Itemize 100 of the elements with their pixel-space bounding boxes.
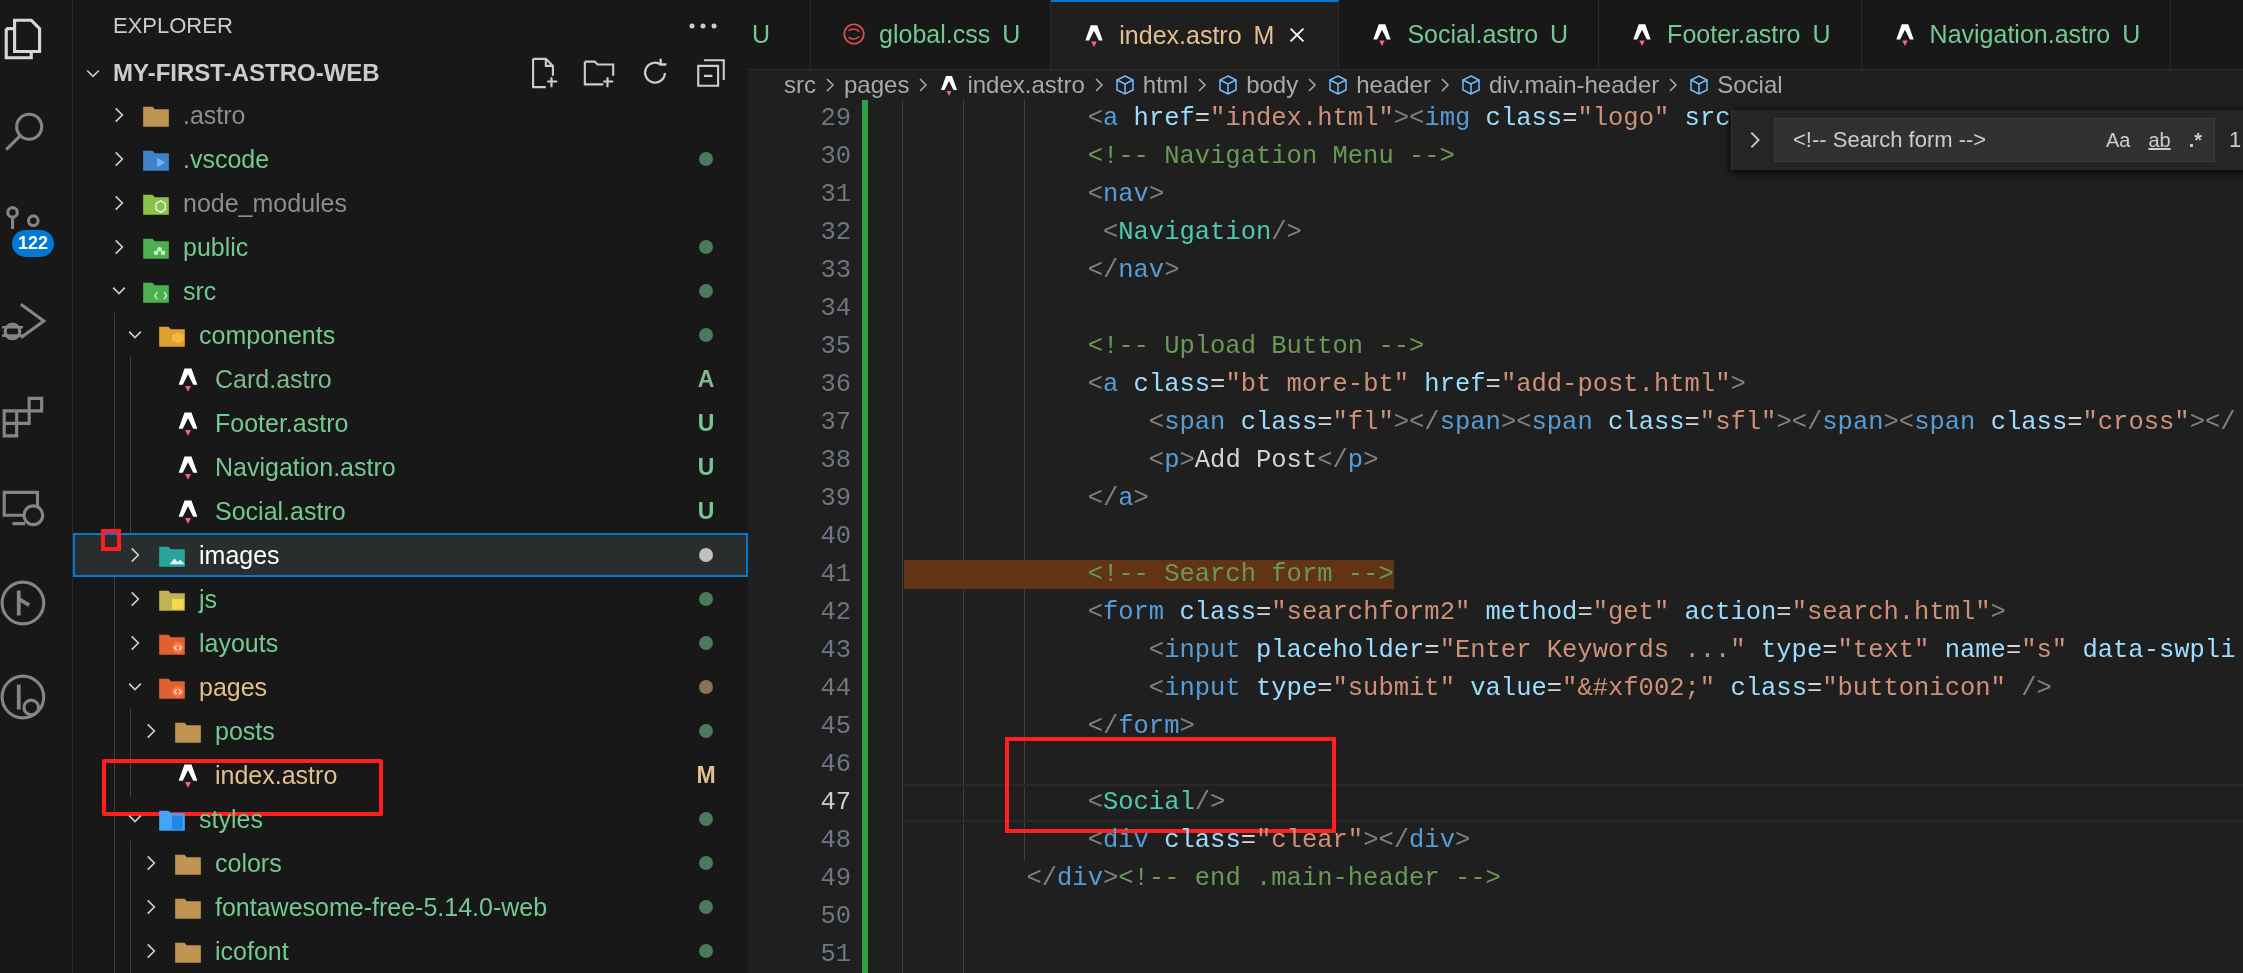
file-name: Footer.astro <box>215 408 350 438</box>
file-name: components <box>199 320 337 350</box>
file-name: images <box>199 540 281 570</box>
file-name: .astro <box>183 100 247 130</box>
tree-row[interactable]: layouts <box>73 621 748 665</box>
line-number: 40 <box>819 522 851 552</box>
tab-title: Footer.astro <box>1667 19 1801 49</box>
file-name: .vscode <box>183 144 271 174</box>
line-number: 34 <box>819 294 851 324</box>
git-status: U <box>696 453 716 481</box>
tab-title: Navigation.astro <box>1929 19 2111 49</box>
line-number: 29 <box>819 104 851 134</box>
git-status: M <box>1253 20 1275 50</box>
line-number: 36 <box>819 370 851 400</box>
tree-row[interactable]: pages <box>73 665 748 709</box>
breadcrumb-item[interactable]: src <box>784 70 816 99</box>
option-toggle[interactable]: Aa <box>2101 126 2135 154</box>
code-line: <nav> <box>1086 180 1165 210</box>
git-status: U <box>696 497 716 525</box>
line-number: 33 <box>819 256 851 286</box>
tree-row[interactable]: Social.astro U <box>73 489 748 533</box>
code-line: <input placeholder="Enter Keywords ..." type="text" name="s" data-swpli <box>1147 636 2236 666</box>
option-toggle[interactable]: .* <box>2184 126 2206 154</box>
tree-row[interactable]: .vscode <box>73 137 748 181</box>
tree-row[interactable]: src <box>73 269 748 313</box>
code-line: </form> <box>1086 712 1195 742</box>
file-name: pages <box>199 672 269 702</box>
code-line: <span class="fl"></span><span class="sfl"></span><span class="cross"></ <box>1147 408 2236 438</box>
code-line: </nav> <box>1086 256 1180 286</box>
line-number: 42 <box>819 598 851 628</box>
tree-row[interactable]: Navigation.astro U <box>73 445 748 489</box>
breadcrumb-item[interactable]: header <box>1356 70 1431 99</box>
file-icon <box>841 21 868 48</box>
count-badge: 122 <box>12 230 55 257</box>
file-name: js <box>199 584 219 614</box>
code-line: <form class="searchform2" method="get" action="search.html"> <box>1086 598 2006 628</box>
line-number: 31 <box>819 180 851 210</box>
tree-row[interactable]: colors <box>73 841 748 885</box>
line-number: 43 <box>819 636 851 666</box>
git-status: M <box>695 761 717 789</box>
tree-row[interactable]: components <box>73 313 748 357</box>
file-name: public <box>183 232 250 262</box>
panel-title: EXPLORER <box>113 13 233 40</box>
tree-row[interactable]: Footer.astro U <box>73 401 748 445</box>
tree-row[interactable]: images <box>73 533 748 577</box>
line-number: 48 <box>819 826 851 856</box>
line-number: 51 <box>819 940 851 970</box>
code-line: </a> <box>1086 484 1149 514</box>
tab-title: global.css <box>879 19 991 49</box>
match-count: 1 <box>2229 127 2242 153</box>
file-name: Card.astro <box>215 364 333 394</box>
file-name: index.astro <box>215 760 339 790</box>
git-status: A <box>696 365 716 393</box>
line-number: 46 <box>819 750 851 780</box>
git-status: U <box>1550 19 1569 49</box>
breadcrumb-item[interactable]: body <box>1246 70 1299 99</box>
breadcrumb-item[interactable]: Social <box>1717 70 1783 99</box>
line-number: 50 <box>819 902 851 932</box>
file-name: Social.astro <box>215 496 347 526</box>
line-number: 44 <box>819 674 851 704</box>
tree-row[interactable]: .astro <box>73 93 748 137</box>
find-field[interactable]: <!-- Search form --> Aa ab .* <box>1774 118 2215 162</box>
file-name: Navigation.astro <box>215 452 397 482</box>
git-status: U <box>1002 19 1021 49</box>
file-name: icofont <box>215 936 290 966</box>
file-name: colors <box>215 848 283 878</box>
line-number: 35 <box>819 332 851 362</box>
code-line: <!-- Upload Button --> <box>1086 332 1425 362</box>
code-line: <p>Add Post</p> <box>1147 446 1379 476</box>
line-number: 38 <box>819 446 851 476</box>
code-line: </div><!-- end .main-header --> <box>1025 864 1501 894</box>
editor-tab[interactable]: index.astro M <box>1051 0 1340 69</box>
tree-row[interactable]: js <box>73 577 748 621</box>
breadcrumb-item[interactable]: html <box>1142 70 1189 99</box>
file-name: fontawesome-free-5.14.0-web <box>215 892 549 922</box>
tree-row[interactable]: posts <box>73 709 748 753</box>
git-status: U <box>1812 19 1831 49</box>
tree-row[interactable]: public <box>73 225 748 269</box>
tab-title: Social.astro <box>1407 19 1539 49</box>
breadcrumb-item[interactable]: div.main-header <box>1488 70 1660 99</box>
tree-row[interactable]: Card.astro A <box>73 357 748 401</box>
tree-row[interactable]: index.astro M <box>73 753 748 797</box>
code-line: <Navigation/> <box>1101 218 1302 248</box>
code-line: <a class="bt more-bt" href="add-post.html"> <box>1086 370 1746 400</box>
breadcrumb-item[interactable]: index.astro <box>967 70 1085 99</box>
tree-row[interactable]: fontawesome-free-5.14.0-web <box>73 885 748 929</box>
tree-row[interactable]: icofont <box>73 929 748 973</box>
line-number: 30 <box>819 142 851 172</box>
tree-row[interactable]: node_modules <box>73 181 748 225</box>
file-name: layouts <box>199 628 280 658</box>
line-number: 45 <box>819 712 851 742</box>
code-line: <div class="clear"></div> <box>1086 826 1471 856</box>
code-line: <Social/> <box>1086 788 1226 818</box>
code-line: <a href="index.html"><img class="logo" src <box>1086 104 1731 134</box>
option-toggle[interactable]: ab <box>2144 126 2175 154</box>
file-name: posts <box>215 716 276 746</box>
file-name: src <box>183 276 218 306</box>
code-line: <!-- Navigation Menu --> <box>1086 142 1455 172</box>
project-title[interactable]: MY-FIRST-ASTRO-WEB <box>113 58 504 87</box>
breadcrumb-item[interactable]: pages <box>844 70 910 99</box>
